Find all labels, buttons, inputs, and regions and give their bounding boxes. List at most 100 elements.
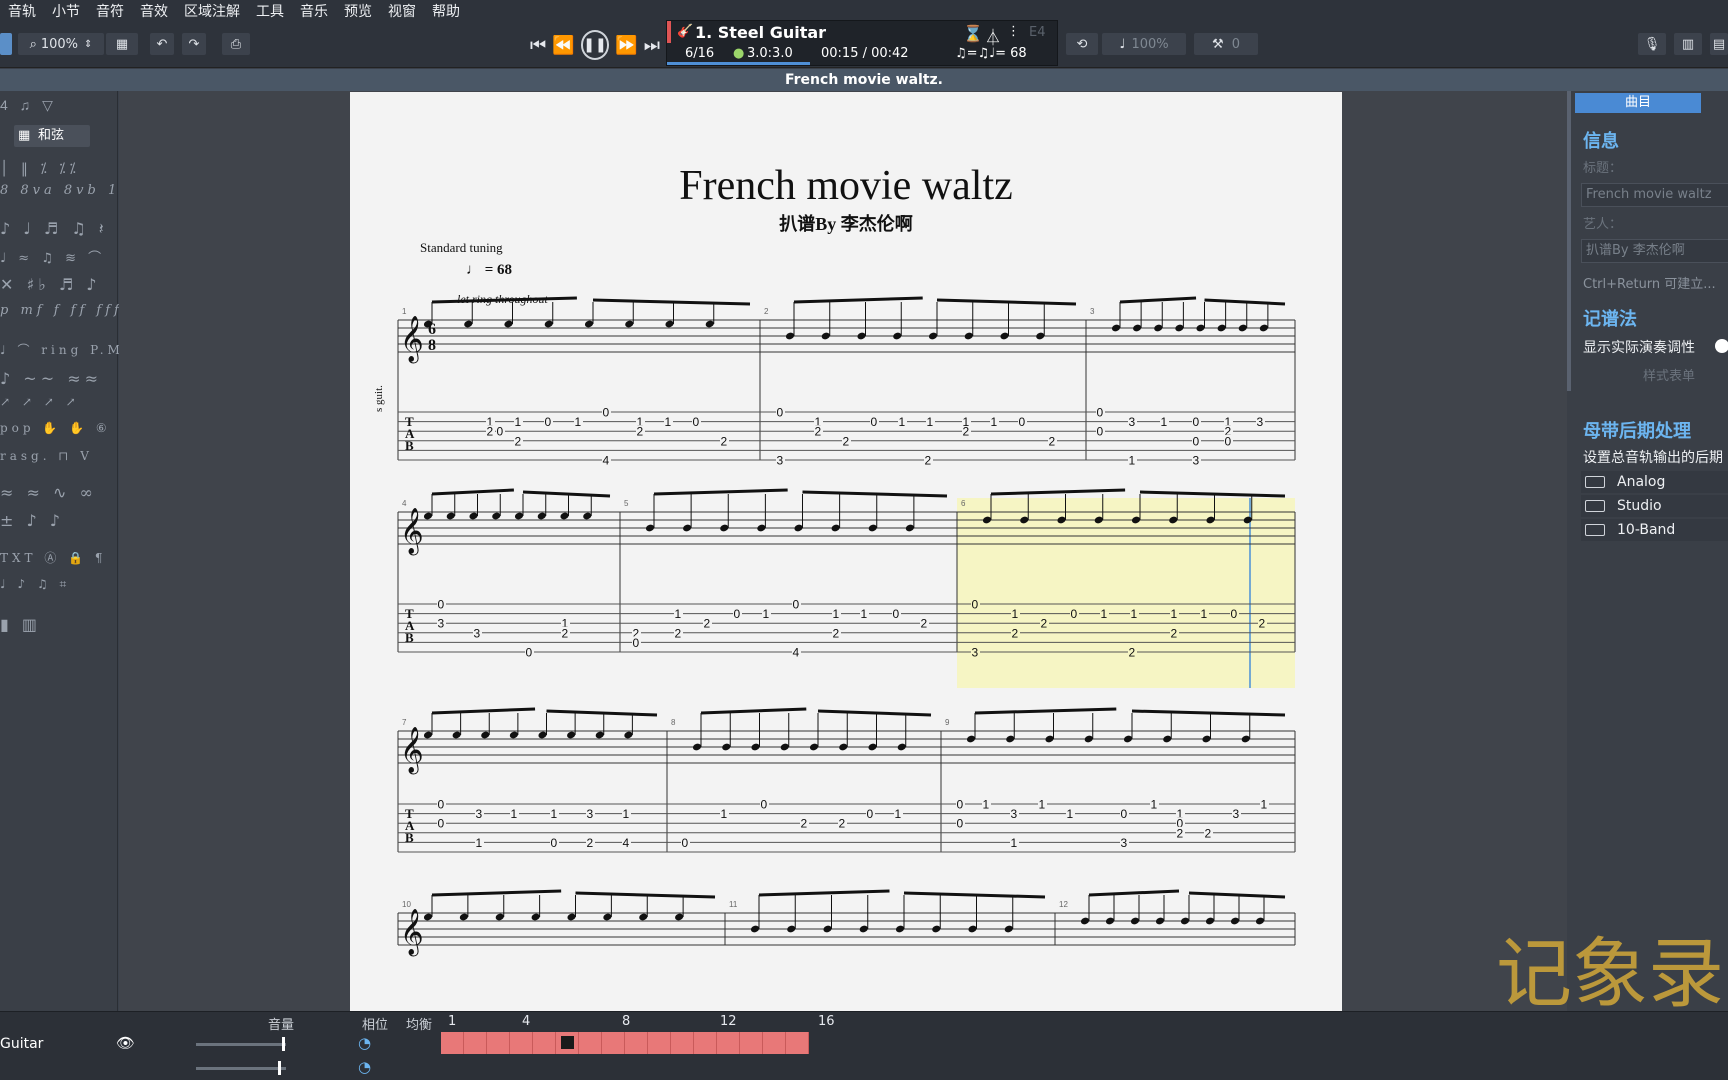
measure-block[interactable] — [694, 1032, 717, 1054]
layout-select[interactable]: ▦ — [106, 33, 138, 55]
measure-block[interactable] — [464, 1032, 487, 1054]
menu-help[interactable]: 帮助 — [424, 0, 468, 24]
lcd-track-name[interactable]: 1. Steel Guitar — [695, 23, 826, 42]
measure-block[interactable] — [510, 1032, 533, 1054]
effect-10-band[interactable]: 10-Band — [1581, 519, 1728, 541]
palette-row-durations[interactable]: ♪ ♩ ♬ ♫ 𝄽 — [0, 219, 118, 239]
sounding-pitch-toggle[interactable] — [1715, 339, 1728, 353]
hourglass-icon[interactable]: ⌛ — [963, 24, 983, 43]
palette-row-strokes[interactable]: pop ✋ ✋ ⑥ — [0, 421, 118, 435]
measure-block[interactable] — [625, 1032, 648, 1054]
palette-row-bends[interactable]: ↗ ↗ ↗ ↗ — [0, 395, 118, 409]
mastering-description: 设置总音轨输出的后期 — [1583, 450, 1723, 466]
palette-row-ottava[interactable]: 8 8va 8vb 15 — [0, 183, 129, 198]
menu-track[interactable]: 音轨 — [0, 0, 44, 24]
style-sheet-link[interactable]: 样式表单 — [1643, 365, 1695, 384]
measure-block[interactable] — [602, 1032, 625, 1054]
lcd-display: 🎸 1. Steel Guitar 6/16 ● 3.0:3.0 00:15 /… — [666, 20, 1058, 66]
playback-speed-field[interactable]: ♩ 100% — [1102, 33, 1186, 55]
measure-block[interactable] — [441, 1032, 464, 1054]
palette-row-slides[interactable]: ♪ ~~ ≈≈ — [0, 369, 118, 388]
palette-row-rasg[interactable]: rasg. ⊓ V — [0, 449, 118, 463]
score-page[interactable]: French movie waltz 扒谱By 李杰伦啊 Standard tu… — [350, 92, 1342, 1012]
more-icon[interactable]: ⋮ — [1007, 24, 1020, 39]
palette-row-dynamics[interactable]: p mf f ff fff — [0, 303, 119, 318]
palette-row-accidentals[interactable]: ✕ ♯♭ ♬ ♪ — [0, 275, 118, 294]
measure-block[interactable] — [648, 1032, 671, 1054]
print-button[interactable]: ⎙ — [222, 33, 250, 55]
menu-section[interactable]: 区域注解 — [176, 0, 248, 24]
effect-analog[interactable]: Analog — [1581, 471, 1728, 493]
menu-tools[interactable]: 工具 — [248, 0, 292, 24]
pan-knob-icon[interactable]: ◔ — [358, 1034, 371, 1052]
measure-block[interactable] — [579, 1032, 602, 1054]
master-pan-knob-icon[interactable]: ◔ — [358, 1058, 371, 1076]
measure-block[interactable] — [763, 1032, 786, 1054]
lcd-key: E4 — [1029, 25, 1046, 40]
undo-button[interactable]: ↶ — [150, 33, 174, 55]
info-heading: 信息 — [1583, 131, 1619, 152]
title-label: 标题： — [1583, 161, 1623, 176]
palette-row-repeats[interactable]: │ ‖ ⁒ ⁒⁒ — [0, 161, 118, 177]
effect-studio[interactable]: Studio — [1581, 495, 1728, 517]
menu-bar-measure[interactable]: 小节 — [44, 0, 88, 24]
bar-number: 1 — [448, 1014, 457, 1029]
redo-icon: ↷ — [188, 36, 200, 52]
menu-note[interactable]: 音符 — [88, 0, 132, 24]
pause-button[interactable]: ❚❚ — [580, 30, 610, 60]
visibility-eye-icon[interactable]: 👁 — [116, 1034, 135, 1052]
chord-button[interactable]: ▦ 曲目和弦 — [14, 125, 90, 147]
volume-slider-thumb[interactable] — [282, 1037, 285, 1051]
measure-block[interactable] — [533, 1032, 556, 1054]
tab-score-info[interactable]: 曲目 — [1575, 93, 1701, 113]
menu-sound[interactable]: 音乐 — [292, 0, 336, 24]
palette-row-misc[interactable]: ♩ ♪ ♫ ⌗ — [0, 577, 118, 592]
lcd-bar-position: 6/16 — [685, 46, 715, 61]
effect-label: 10-Band — [1617, 522, 1676, 538]
tuner-button[interactable]: 🎙 — [1638, 33, 1666, 55]
quarter-note-icon: ♩ — [466, 262, 485, 278]
keyboard-button[interactable]: ▤ — [1710, 33, 1728, 55]
palette-row-voices[interactable]: 4 ♫ ▽ — [0, 97, 118, 114]
balance-header: 均衡 — [406, 1018, 433, 1033]
ctrl-return-hint: Ctrl+Return 可建立... — [1583, 277, 1716, 292]
fast-forward-icon[interactable]: ⏩ — [615, 35, 637, 56]
master-volume-thumb[interactable] — [278, 1061, 281, 1075]
volume-slider[interactable] — [196, 1037, 286, 1051]
measure-block[interactable] — [671, 1032, 694, 1054]
menu-window[interactable]: 视窗 — [380, 0, 424, 24]
transpose-field[interactable]: ⚒ 0 — [1194, 33, 1258, 55]
menu-preview[interactable]: 预览 — [336, 0, 380, 24]
panel-toggle-button[interactable] — [0, 33, 12, 55]
palette-row-chart[interactable]: ▮ ▥ — [0, 615, 118, 634]
watermark-text: 记象录 — [1496, 929, 1724, 1018]
guitar-icon: 🎸 — [677, 24, 694, 39]
measure-block[interactable] — [740, 1032, 763, 1054]
panel-scrollbar[interactable] — [1567, 91, 1571, 391]
rewind-icon[interactable]: ⏪ — [552, 35, 574, 56]
palette-row-text[interactable]: TXT Ⓐ 🔒 ¶ — [0, 549, 118, 566]
tuning-label: Standard tuning — [420, 240, 503, 255]
title-field[interactable]: French movie waltz — [1581, 183, 1728, 207]
measure-block[interactable] — [556, 1032, 579, 1054]
bar-ruler[interactable]: 1 4 8 12 16 — [440, 1012, 840, 1030]
artist-field[interactable]: 扒谱By 李杰伦啊 — [1581, 239, 1728, 263]
fretboard-button[interactable]: ▥ — [1674, 33, 1702, 55]
track-name[interactable]: Guitar — [0, 1036, 43, 1052]
measure-block[interactable] — [717, 1032, 740, 1054]
metronome-icon[interactable]: ⏃ — [985, 24, 1001, 48]
skip-end-icon[interactable]: ⏭ — [644, 35, 660, 56]
measure-block[interactable] — [487, 1032, 510, 1054]
palette-row-effects[interactable]: ♩ ⌒ ring P.M. — [0, 341, 128, 358]
redo-button[interactable]: ↷ — [182, 33, 206, 55]
loop-button[interactable]: ⟲ — [1066, 33, 1098, 55]
master-volume-slider[interactable] — [196, 1061, 286, 1075]
bar-number: 8 — [622, 1014, 631, 1029]
palette-row-vibrato[interactable]: ≈ ≈ ∿ ∞ — [0, 483, 118, 502]
measure-block[interactable] — [786, 1032, 809, 1054]
menu-effects[interactable]: 音效 — [132, 0, 176, 24]
palette-row-dynamics-a[interactable]: ♩ ≈ ♫ ≋ ⌒ — [0, 247, 118, 266]
zoom-select[interactable]: ⌕ 100% ⇕ — [18, 33, 104, 55]
skip-start-icon[interactable]: ⏮ — [530, 35, 546, 56]
palette-row-harmonics[interactable]: ± ♪ ♪ — [0, 511, 118, 530]
